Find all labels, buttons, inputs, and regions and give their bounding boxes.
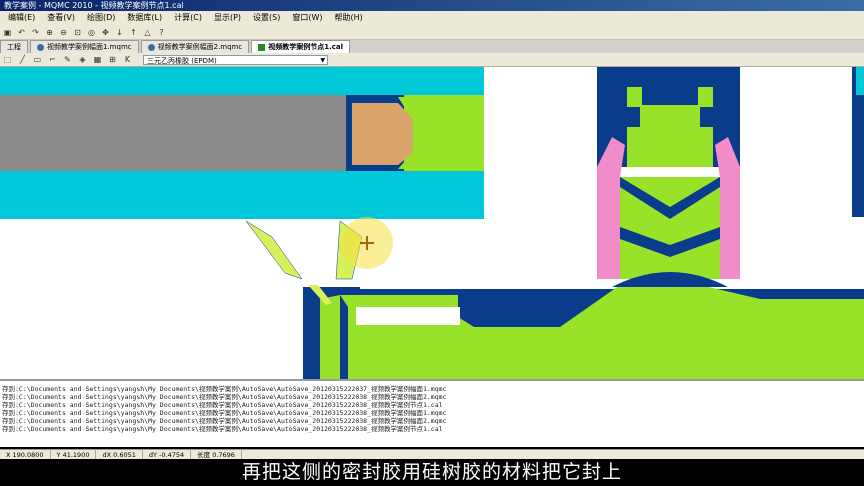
green-seal-left — [403, 95, 484, 171]
tab-drawing-1[interactable]: 视频教学案例幅面1.mqmc — [30, 40, 139, 53]
redo-icon[interactable]: ↷ — [30, 27, 41, 38]
arrow-up-icon[interactable]: ↑ — [128, 27, 139, 38]
triangle-icon[interactable]: △ — [142, 27, 153, 38]
chart-icon — [258, 43, 266, 51]
drawing-toolbar: ⬚ ╱ ▭ ⌐ ✎ ◈ ▦ ⊞ K 三元乙丙橡胶 (EPDM) ▼ — [0, 53, 864, 67]
rect-icon[interactable]: ▭ — [32, 54, 43, 65]
yellow-bead-left — [245, 220, 303, 280]
material-select[interactable]: 三元乙丙橡胶 (EPDM) ▼ — [143, 54, 328, 65]
cyan-right-edge — [856, 67, 864, 95]
zoom-all-icon[interactable]: ◎ — [86, 27, 97, 38]
log-line: 存到:C:\Documents and Settings\yangsh\My D… — [2, 393, 447, 401]
menu-database[interactable]: 数据库(L) — [127, 11, 162, 25]
fill-icon[interactable]: ◈ — [77, 54, 88, 65]
menu-display[interactable]: 显示(P) — [214, 11, 241, 25]
zoom-window-icon[interactable]: ⊡ — [72, 27, 83, 38]
tab-project[interactable]: 工程 — [0, 40, 28, 53]
section-drawing[interactable] — [0, 67, 864, 379]
key-label: K — [124, 55, 131, 64]
undo-icon[interactable]: ↶ — [16, 27, 27, 38]
output-log: 存到:C:\Documents and Settings\yangsh\My D… — [0, 379, 864, 447]
cyan-plate-bottom — [0, 171, 484, 219]
document-tabs: 工程 视频教学案例幅面1.mqmc 视频教学案例幅面2.mqmc 视频教学案例节… — [0, 40, 864, 53]
menu-draw[interactable]: 绘图(D) — [87, 11, 115, 25]
log-line: 存到:C:\Documents and Settings\yangsh\My D… — [2, 417, 447, 425]
globe-icon — [147, 43, 155, 51]
zoom-out-icon[interactable]: ⊖ — [58, 27, 69, 38]
log-line: 存到:C:\Documents and Settings\yangsh\My D… — [2, 385, 447, 393]
pan-icon[interactable]: ✥ — [100, 27, 111, 38]
log-line: 存到:C:\Documents and Settings\yangsh\My D… — [2, 409, 447, 417]
menu-help[interactable]: 帮助(H) — [335, 11, 363, 25]
log-line: 存到:C:\Documents and Settings\yangsh\My D… — [2, 401, 443, 409]
chevron-down-icon: ▼ — [320, 56, 325, 64]
menu-view[interactable]: 查看(V) — [47, 11, 75, 25]
grid-icon[interactable]: ⊞ — [107, 54, 118, 65]
menu-settings[interactable]: 设置(S) — [253, 11, 280, 25]
pencil-icon[interactable]: ✎ — [62, 54, 73, 65]
menu-edit[interactable]: 编辑(E) — [8, 11, 35, 25]
green-core-inner — [640, 105, 700, 127]
video-subtitle: 再把这侧的密封胶用硅树胶的材料把它封上 — [0, 459, 864, 486]
polyline-icon[interactable]: ⌐ — [47, 54, 58, 65]
main-toolbar: ▣ ↶ ↷ ⊕ ⊖ ⊡ ◎ ✥ ↓ ↑ △ ? — [0, 25, 864, 40]
gray-block — [0, 95, 348, 171]
tab-node-cal[interactable]: 视频教学案例节点1.cal — [251, 40, 351, 53]
white-slot — [356, 307, 460, 325]
log-line: 存到:C:\Documents and Settings\yangsh\My D… — [2, 425, 443, 433]
tab-drawing-2[interactable]: 视频教学案例幅面2.mqmc — [140, 40, 250, 53]
menu-calculate[interactable]: 计算(C) — [174, 11, 202, 25]
zoom-in-icon[interactable]: ⊕ — [44, 27, 55, 38]
help-icon[interactable]: ? — [156, 27, 167, 38]
line-icon[interactable]: ╱ — [17, 54, 28, 65]
window-title: 教学案例 - MQMC 2010 - 视频教学案例节点1.cal — [0, 0, 864, 11]
green-base — [340, 285, 864, 379]
menu-window[interactable]: 窗口(W) — [292, 11, 322, 25]
cyan-plate-top — [0, 67, 484, 95]
arrow-down-icon[interactable]: ↓ — [114, 27, 125, 38]
select-icon[interactable]: ⬚ — [2, 54, 13, 65]
table-icon[interactable]: ▦ — [92, 54, 103, 65]
green-slot-inner — [320, 295, 340, 379]
tan-seal — [352, 103, 413, 165]
save-icon[interactable]: ▣ — [2, 27, 13, 38]
globe-icon — [37, 43, 44, 51]
drawing-canvas[interactable] — [0, 67, 864, 379]
menu-bar: 编辑(E) 查看(V) 绘图(D) 数据库(L) 计算(C) 显示(P) 设置(… — [0, 11, 864, 25]
